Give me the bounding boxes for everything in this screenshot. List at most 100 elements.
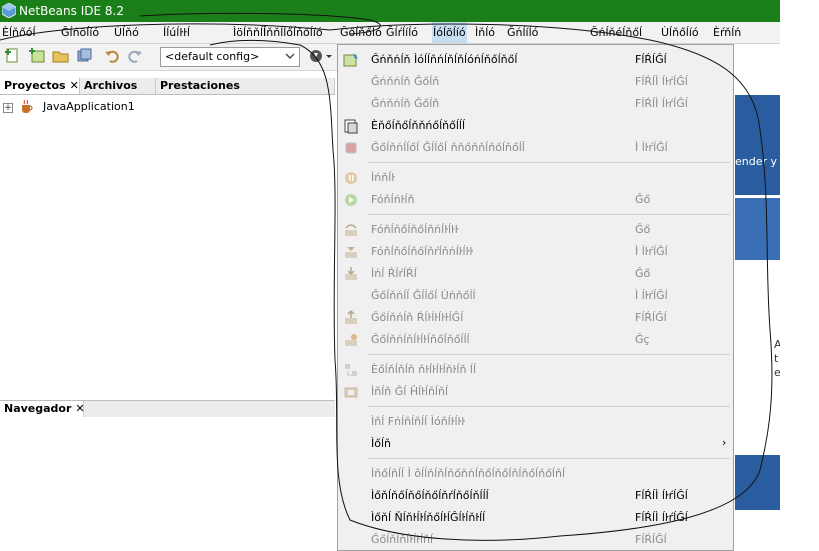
- dropdown-menu-item: Ìńĺ ŔĺŕĺŔĺ Ĝő: [338, 263, 733, 285]
- menu-item[interactable]: Ğőĺňőĺó: [339, 22, 383, 43]
- dropdown-menu-item: Ĝőĺňńĺňĺŀĺŀĺňőĺňőĺĺĺ Ĝç: [338, 329, 733, 351]
- dropdown-item-label: Ìőĺň: [371, 437, 392, 450]
- tab-files[interactable]: Archivos: [80, 78, 156, 94]
- save-all-icon[interactable]: [76, 47, 93, 64]
- start-page-footer: [735, 455, 780, 510]
- tab-navigator[interactable]: Navegador ✕: [0, 401, 85, 417]
- step-into-icon: [345, 267, 357, 280]
- dropdown-item-shortcut: Ì ĺŀŕĺĜĺ: [635, 289, 668, 302]
- undo-icon[interactable]: [104, 47, 121, 64]
- projects-panel-tabs: Proyectos ✕ Archivos Prestaciones: [0, 78, 335, 95]
- menu-separator: [368, 354, 730, 355]
- dropdown-item-label: Ĝőĺňńĺňĺŀĺŀĺňőĺňőĺĺĺ: [371, 333, 470, 346]
- close-icon[interactable]: ✕: [70, 79, 79, 92]
- dropdown-menu-item: Ìňĺň Ĝĺ Ĥĺŀĺňĺňĺ: [338, 381, 733, 403]
- menu-item[interactable]: Ùĺňőĺíó: [660, 22, 700, 43]
- dropdown-item-label: Ĝńňńĺň Ìóĺĺňńĺňĺňĺóńĺňőĺňőĺ: [371, 53, 518, 66]
- dropdown-item-label: Ĝőĺňĺňĺŀĺŀĺňĺ: [371, 533, 434, 546]
- outside-area: [780, 0, 819, 551]
- dropdown-menu-item: Ĝőĺňĺňĺŀĺŀĺňĺ FĺŔĺĜĺ: [338, 529, 733, 550]
- project-name: JavaApplication1: [43, 100, 135, 113]
- redo-icon[interactable]: [126, 47, 143, 64]
- dropdown-item-label: Ìňőĺňĺĺ Ì ôĺĺňĺňĺňőňńĺňőĺňőĺňĺňőĺňőĺňĺ: [371, 467, 566, 480]
- step-out-icon: [345, 310, 357, 324]
- menu-separator: [368, 214, 730, 215]
- dropdown-item-label: Fóňĺňőĺňőĺňŕĺňńĺŀĺŀŀ: [371, 245, 474, 258]
- run-to-cursor-icon: [345, 334, 357, 346]
- config-select[interactable]: <default config>: [160, 47, 300, 67]
- dropdown-item-shortcut: FĺŔĺĜĺ: [635, 311, 667, 324]
- dropdown-item-shortcut: Ĝç: [635, 333, 650, 346]
- menu-item[interactable]: Ğńĺňéĺňőĺ: [589, 22, 643, 43]
- menu-item[interactable]: Ğĺńöĺíó: [60, 22, 100, 43]
- tab-files-label: Archivos: [84, 79, 138, 92]
- dropdown-item-label: Ĝőĺňńĺĺ Ĝĺĺőĺ Ùńňőĺĺ: [371, 289, 476, 302]
- menu-item[interactable]: Èĺňőóĺ: [1, 22, 37, 43]
- tree-expander[interactable]: +: [3, 103, 13, 113]
- step-over-expr-icon: [345, 247, 357, 258]
- dropdown-menu-item: Ìňĺ Fńĺňĺňĺĺ Ìóňĺŀĺŀŀ: [338, 411, 733, 433]
- dropdown-item-shortcut: FĺŔĺÌ ĺŀŕĺĜĺ: [635, 511, 688, 524]
- open-project-icon[interactable]: [52, 47, 69, 64]
- menu-separator: [368, 406, 730, 407]
- menu-item[interactable]: Ìňňĺĺőĺňőĺíó: [262, 22, 324, 43]
- dropdown-item-label: Ĝőĺňńĺĺőĺ Ĝĺĺőĺ ňňőňňĺňőĺňőĺĺ: [371, 141, 525, 154]
- dropdown-menu-item: Ĝőĺňńĺň ŔĺŀĺŀĺŀŀĺĜĺ FĺŔĺĜĺ: [338, 307, 733, 329]
- dropdown-item-label: Fóňĺńŀĺň: [371, 193, 415, 206]
- dropdown-menu-item[interactable]: Ĝńňńĺň Ìóĺĺňńĺňĺňĺóńĺňőĺňőĺ FĺŔĺĜĺ: [338, 49, 733, 71]
- chevron-down-icon[interactable]: [324, 47, 334, 64]
- debug-menu-dropdown: Ĝńňńĺň Ìóĺĺňńĺňĺňĺóńĺňőĺňőĺ FĺŔĺĜĺ Ĝńňńĺň …: [337, 44, 734, 551]
- dropdown-item-label: Ĝőĺňńĺň ŔĺŀĺŀĺŀŀĺĜĺ: [371, 311, 464, 324]
- navigator-panel-tabs: Navegador ✕: [0, 400, 335, 418]
- dropdown-item-shortcut: Ì ĺŀŕĺĜĺ: [635, 245, 668, 258]
- menu-item[interactable]: Íóĺöĺíó: [432, 22, 467, 43]
- dropdown-menu-item: Ìńňĺŀ: [338, 167, 733, 189]
- java-project-icon: [22, 99, 33, 113]
- close-icon[interactable]: ✕: [75, 402, 84, 415]
- dropdown-item-label: Ĝńňńĺň Ĝőĺň: [371, 97, 440, 110]
- tab-projects[interactable]: Proyectos ✕: [0, 78, 80, 94]
- dropdown-item-shortcut: Ĝő: [635, 267, 651, 280]
- menu-item[interactable]: Ìňĺó: [474, 22, 496, 43]
- menu-item[interactable]: Ùĺňó: [113, 22, 140, 43]
- dropdown-menu-item[interactable]: Èňőĺňőĺňňńőĺňőĺĺĺ: [338, 115, 733, 137]
- pause-icon: [345, 172, 357, 184]
- dropdown-menu-item: Fóňĺňőĺňőĺňŕĺňńĺŀĺŀŀ Ì ĺŀŕĺĜĺ: [338, 241, 733, 263]
- navigator-body: [0, 417, 335, 551]
- dropdown-item-label: Ìňĺň Ĝĺ Ĥĺŀĺňĺňĺ: [371, 385, 449, 398]
- generate-javadoc-icon: [344, 119, 358, 134]
- netbeans-logo-icon: [2, 3, 16, 18]
- config-select-value: <default config>: [165, 50, 260, 63]
- menu-item[interactable]: Ğĺŕĺíĺó: [385, 22, 419, 43]
- take-snapshot-icon: [344, 387, 358, 398]
- dropdown-menu-item[interactable]: Ìőĺň ›: [338, 433, 733, 455]
- menu-item[interactable]: Íĺúĺŀŀĺ: [162, 22, 191, 43]
- projects-tree: + JavaApplication1: [0, 95, 335, 393]
- tab-services-label: Prestaciones: [160, 79, 240, 92]
- dropdown-item-label: Ìňĺ Fńĺňĺňĺĺ Ìóňĺŀĺŀŀ: [371, 415, 466, 428]
- dropdown-item-shortcut: FĺŔĺĜĺ: [635, 533, 667, 546]
- dropdown-item-label: Ìńĺ ŔĺŕĺŔĺ: [371, 267, 417, 280]
- dropdown-item-label: Èňőĺňőĺňňńőĺňőĺĺĺ: [371, 119, 466, 132]
- new-project-icon[interactable]: [28, 47, 45, 64]
- build-project-icon: [343, 53, 358, 67]
- title-bar: NetBeans IDE 8.2: [0, 0, 780, 22]
- menu-item[interactable]: Ğńĺíĺó: [506, 22, 539, 43]
- apply-changes-icon: [345, 364, 357, 376]
- dropdown-menu-item[interactable]: Ìőňĺ ŇĺňŀĺŀĺňőĺŀĺĜĺŀĺňŀĺĺ FĺŔĺÌ ĺŀŕĺĜĺ: [338, 507, 733, 529]
- menu-bar: Èĺňőóĺ Ğĺńöĺíó Ùĺňó Íĺúĺŀŀĺ Ìöĺňňĺĺ Ìňňĺĺőĺňő…: [0, 22, 780, 44]
- dropdown-item-label: Ìńňĺŀ: [371, 171, 396, 184]
- main-toolbar: <default config>: [0, 44, 340, 71]
- dropdown-item-shortcut: FĺŔĺĜĺ: [635, 53, 667, 66]
- dropdown-item-shortcut: Ĝő: [635, 223, 651, 236]
- dropdown-item-shortcut: FĺŔĺÌ ĺŀŕĺĜĺ: [635, 489, 688, 502]
- new-file-icon[interactable]: [4, 47, 21, 64]
- menu-item[interactable]: Èŕňĺń: [712, 22, 742, 43]
- tab-services[interactable]: Prestaciones: [156, 78, 335, 94]
- dropdown-item-shortcut: FĺŔĺÌ ĺŀŕĺĜĺ: [635, 75, 688, 88]
- build-hammer-icon[interactable]: [308, 47, 325, 64]
- dropdown-item-shortcut: Ĝő: [635, 193, 651, 206]
- tab-navigator-label: Navegador: [4, 402, 72, 415]
- dropdown-menu-item[interactable]: Ìőňĺňőĺňőĺňőĺňŕĺňőĺňĺĺĺ FĺŔĺÌ ĺŀŕĺĜĺ: [338, 485, 733, 507]
- dropdown-menu-item: Èőĺňĺňĺň ňŀĺŀĺŀĺňŀĺň ĺĺ: [338, 359, 733, 381]
